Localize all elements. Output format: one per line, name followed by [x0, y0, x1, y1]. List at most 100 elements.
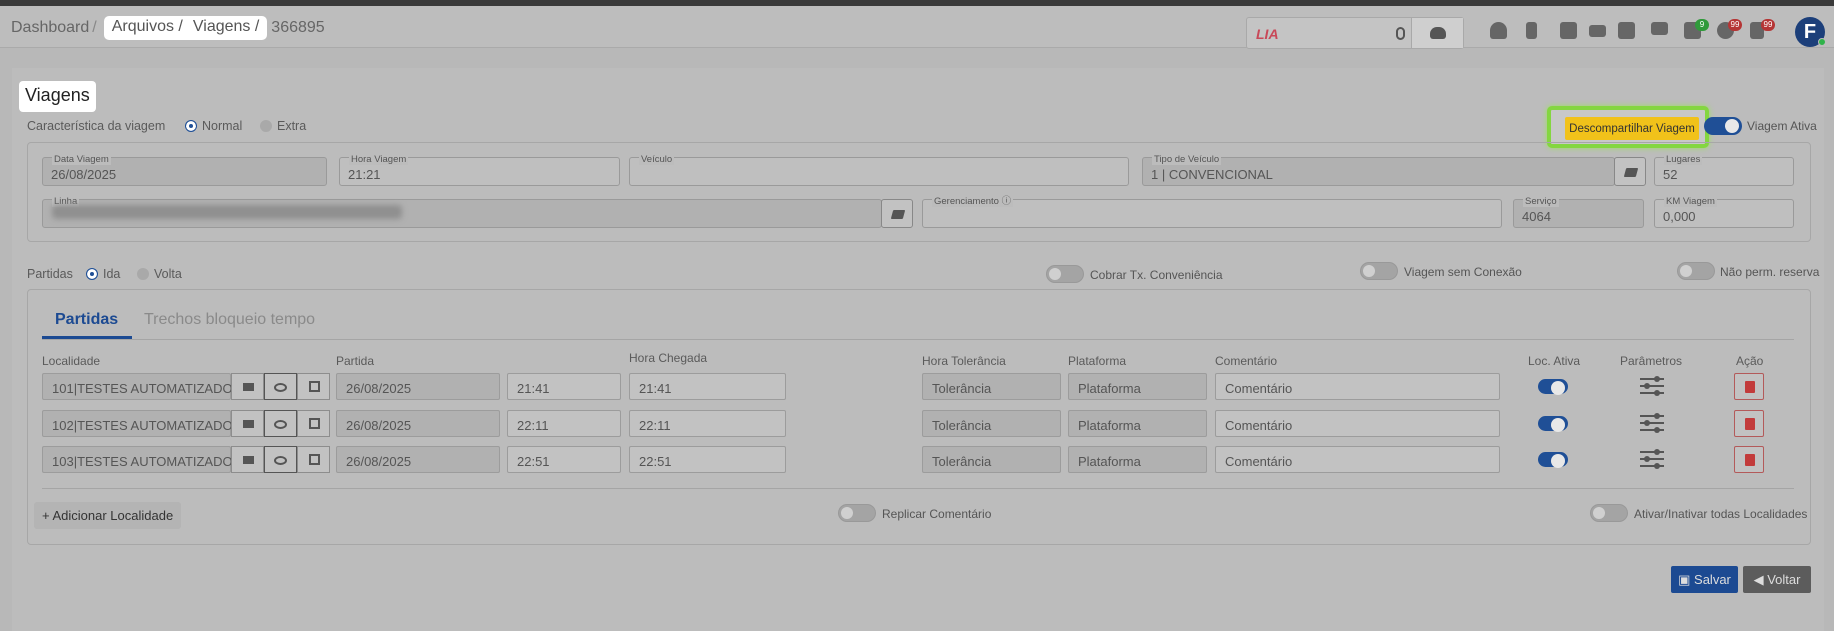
view-localidade-button[interactable] [264, 446, 297, 473]
radio-normal-dot[interactable] [185, 120, 197, 132]
clear-localidade-button[interactable] [231, 410, 264, 437]
partida-date-field[interactable]: 26/08/2025 [336, 410, 500, 437]
hora-chegada-field[interactable]: 21:41 [629, 373, 786, 400]
loc-ativa-toggle[interactable] [1538, 416, 1568, 432]
breadcrumb-dashboard[interactable]: Dashboard [11, 19, 89, 37]
gerenciamento-label: Gerenciamento ⓘ [932, 196, 1014, 207]
breadcrumb-arquivos[interactable]: Arquivos / [112, 18, 183, 36]
lugares-value: 52 [1663, 167, 1678, 182]
monitor-icon[interactable] [1651, 22, 1668, 35]
plataforma-field[interactable]: Plataforma [1068, 410, 1207, 437]
data-viagem-field[interactable]: Data Viagem 26/08/2025 [42, 155, 327, 186]
parametros-icon[interactable] [1640, 412, 1664, 433]
save-disk-icon[interactable] [1618, 22, 1635, 39]
delete-localidade-button[interactable] [1734, 373, 1764, 400]
replicar-toggle[interactable] [838, 504, 876, 522]
eye-icon [274, 420, 287, 429]
lugares-field[interactable]: Lugares 52 [1654, 155, 1794, 186]
hora-chegada-field[interactable]: 22:11 [629, 410, 786, 437]
mobile-icon[interactable] [1526, 22, 1537, 39]
partida-time-field[interactable]: 21:41 [507, 373, 621, 400]
tolerancia-field[interactable]: Tolerância [922, 373, 1061, 400]
comentario-field[interactable]: Comentário [1215, 446, 1500, 473]
nao-perm-toggle[interactable] [1677, 262, 1715, 280]
microphone-icon[interactable] [1396, 27, 1405, 40]
user-manage-icon[interactable] [1490, 22, 1507, 39]
avatar[interactable]: F [1795, 17, 1826, 47]
gerenciamento-field[interactable]: Gerenciamento ⓘ [922, 196, 1502, 228]
localidade-field[interactable]: 103|TESTES AUTOMATIZADOS [42, 446, 241, 473]
plataforma-field[interactable]: Plataforma [1068, 373, 1207, 400]
view-localidade-button[interactable] [264, 373, 297, 400]
edit-localidade-button[interactable] [297, 373, 330, 400]
col-localidade: Localidade [42, 354, 101, 368]
edit-localidade-button[interactable] [297, 446, 330, 473]
loc-ativa-toggle[interactable] [1538, 379, 1568, 395]
tab-partidas[interactable]: Partidas [55, 311, 118, 329]
partida-date-field[interactable]: 26/08/2025 [336, 373, 500, 400]
radio-normal[interactable]: Normal [185, 119, 242, 133]
hora-viagem-field[interactable]: Hora Viagem 21:21 [339, 155, 620, 186]
partida-time-field[interactable]: 22:51 [507, 446, 621, 473]
save-label: Salvar [1694, 572, 1731, 587]
viagem-ativa-toggle[interactable] [1704, 117, 1742, 135]
descompartilhar-button[interactable]: Descompartilhar Viagem [1565, 117, 1699, 140]
tolerancia-field[interactable]: Tolerância [922, 410, 1061, 437]
parametros-icon[interactable] [1640, 375, 1664, 396]
assistant-button[interactable] [1411, 18, 1463, 48]
back-button[interactable]: ◀ Voltar [1743, 566, 1811, 593]
col-loc-ativa: Loc. Ativa [1528, 354, 1581, 368]
tipo-veiculo-clear-button[interactable] [1614, 157, 1646, 186]
ativar-todas-toggle[interactable] [1590, 504, 1628, 522]
radio-ida[interactable]: Ida [86, 267, 120, 281]
radio-ida-dot[interactable] [86, 268, 98, 280]
localidade-field[interactable]: 101|TESTES AUTOMATIZADOS [42, 373, 241, 400]
tolerancia-field[interactable]: Tolerância [922, 446, 1061, 473]
col-hora-tolerancia: Hora Tolerância [922, 354, 1006, 368]
plataforma-field[interactable]: Plataforma [1068, 446, 1207, 473]
ticket-icon[interactable] [1589, 25, 1606, 37]
delete-localidade-button[interactable] [1734, 410, 1764, 437]
comentario-field[interactable]: Comentário [1215, 410, 1500, 437]
radio-volta[interactable]: Volta [137, 267, 182, 281]
back-label: Voltar [1767, 572, 1801, 587]
lia-input[interactable]: LIA [1256, 26, 1279, 42]
clear-localidade-button[interactable] [231, 446, 264, 473]
tipo-veiculo-field[interactable]: Tipo de Veículo 1 | CONVENCIONAL [1142, 155, 1615, 186]
edit-icon [309, 381, 320, 392]
clear-localidade-button[interactable] [231, 373, 264, 400]
save-button[interactable]: ▣ Salvar [1671, 566, 1738, 593]
page-title: Viagens [19, 81, 96, 112]
wifi-icon[interactable] [1560, 22, 1577, 39]
cobrar-toggle[interactable] [1046, 265, 1084, 283]
view-localidade-button[interactable] [264, 410, 297, 437]
localidade-field[interactable]: 102|TESTES AUTOMATIZADOS [42, 410, 241, 437]
tab-trechos[interactable]: Trechos bloqueio tempo [144, 311, 315, 329]
veiculo-field[interactable]: Veículo [629, 155, 1129, 186]
sem-conexao-toggle[interactable] [1360, 262, 1398, 280]
km-viagem-field[interactable]: KM Viagem 0,000 [1654, 197, 1794, 228]
comentario-field[interactable]: Comentário [1215, 373, 1500, 400]
parametros-icon[interactable] [1640, 448, 1664, 469]
alerts-badge: 99 [1728, 19, 1742, 31]
hora-chegada-field[interactable]: 22:51 [629, 446, 786, 473]
adicionar-localidade-button[interactable]: + Adicionar Localidade [34, 502, 182, 529]
ativar-todas-label: Ativar/Inativar todas Localidades [1634, 507, 1808, 521]
linha-clear-button[interactable] [881, 199, 913, 228]
tasks-badge: 9 [1695, 19, 1709, 31]
info-icon[interactable]: ⓘ [1002, 196, 1012, 207]
partida-time-field[interactable]: 22:11 [507, 410, 621, 437]
partida-date-field[interactable]: 26/08/2025 [336, 446, 500, 473]
eraser-icon [890, 210, 906, 219]
radio-volta-dot[interactable] [137, 268, 149, 280]
edit-icon [309, 454, 320, 465]
breadcrumb-viagens[interactable]: Viagens / [193, 18, 259, 36]
delete-localidade-button[interactable] [1734, 446, 1764, 473]
lia-search[interactable]: LIA [1246, 17, 1464, 49]
edit-localidade-button[interactable] [297, 410, 330, 437]
servico-field[interactable]: Serviço 4064 [1513, 197, 1644, 228]
loc-ativa-toggle[interactable] [1538, 452, 1568, 468]
eye-icon [274, 383, 287, 392]
radio-extra-dot[interactable] [260, 120, 272, 132]
radio-extra[interactable]: Extra [260, 119, 306, 133]
